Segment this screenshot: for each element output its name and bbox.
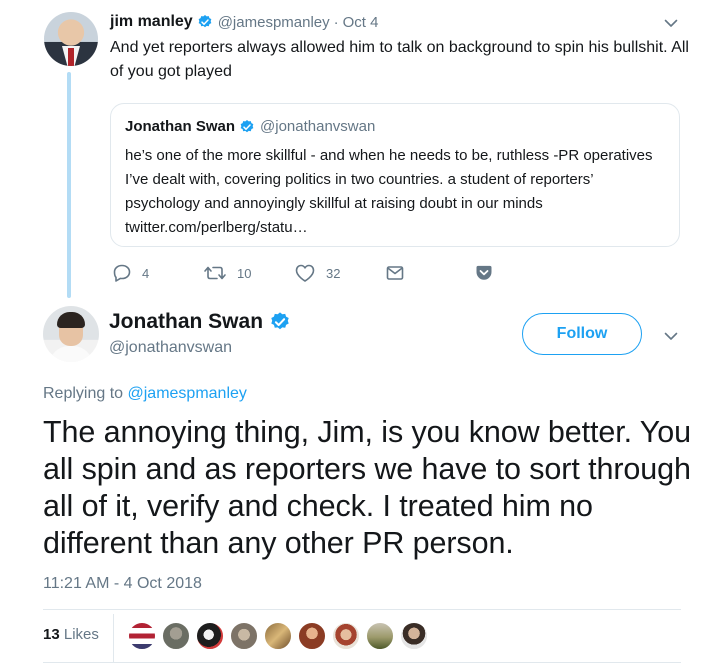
pocket-button[interactable] [474, 263, 494, 283]
avatar-hair [57, 312, 85, 328]
liker-avatar[interactable] [298, 622, 326, 650]
avatar-jim-manley[interactable] [44, 12, 98, 66]
retweet-icon [204, 266, 226, 280]
author-handle[interactable]: @jamespmanley [218, 14, 330, 31]
parent-tweet-text: And yet reporters always allowed him to … [110, 39, 689, 80]
author-name[interactable]: jim manley [110, 13, 193, 31]
like-button[interactable]: 32 [294, 263, 340, 283]
tweet-timestamp[interactable]: 11:21 AM - 4 Oct 2018 [43, 575, 202, 593]
retweet-count: 10 [237, 265, 252, 281]
chevron-down-icon[interactable] [664, 16, 678, 30]
divider [43, 609, 681, 610]
reply-button[interactable]: 4 [112, 263, 149, 283]
stats-separator [113, 614, 114, 662]
direct-message-button[interactable] [385, 263, 405, 283]
avatar-shirt [49, 346, 93, 362]
separator-dot: · [333, 13, 339, 31]
reply-icon [113, 264, 131, 282]
replying-to-link[interactable]: @jamespmanley [128, 385, 247, 402]
replying-to-label: Replying to [43, 385, 124, 402]
quoted-author-name: Jonathan Swan [125, 118, 236, 135]
author-handle[interactable]: @jonathanvswan [109, 339, 232, 357]
liker-avatar[interactable] [128, 622, 156, 650]
pocket-icon [476, 265, 492, 280]
main-author-name-row: Jonathan Swan [109, 310, 291, 334]
liker-avatar[interactable] [196, 622, 224, 650]
verified-badge-icon [198, 15, 212, 28]
envelope-icon [386, 266, 404, 280]
verified-badge-icon [271, 312, 289, 330]
replying-to: Replying to @jamespmanley [43, 385, 247, 403]
liker-avatar[interactable] [332, 622, 360, 650]
likes-label: Likes [63, 626, 99, 643]
liker-avatar[interactable] [400, 622, 428, 650]
heart-icon [295, 264, 315, 282]
parent-tweet-header: jim manley @jamespmanley · Oct 4 [110, 12, 379, 32]
quoted-tweet-text: he’s one of the more skillful - and when… [125, 147, 653, 236]
main-tweet-text: The annoying thing, Jim, is you know bet… [43, 415, 691, 560]
author-name[interactable]: Jonathan Swan [109, 310, 263, 334]
liker-avatar[interactable] [366, 622, 394, 650]
liker-avatar[interactable] [264, 622, 292, 650]
chevron-down-icon[interactable] [664, 329, 678, 343]
quoted-tweet-header: Jonathan Swan @jonathanvswan [125, 118, 375, 135]
verified-badge-icon [240, 119, 254, 132]
like-count: 32 [326, 265, 341, 281]
avatar-jonathan-swan[interactable] [43, 306, 99, 362]
quoted-tweet[interactable]: Jonathan Swan @jonathanvswan he’s one of… [110, 103, 680, 247]
liker-avatar[interactable] [230, 622, 258, 650]
retweet-button[interactable]: 10 [203, 263, 251, 283]
likes-stat[interactable]: 13 Likes [43, 626, 99, 643]
liker-avatar[interactable] [162, 622, 190, 650]
avatar-tie [68, 48, 74, 66]
thread-line [67, 72, 71, 298]
tweet-date[interactable]: Oct 4 [343, 14, 379, 31]
divider [43, 662, 681, 663]
quoted-author-handle: @jonathanvswan [260, 118, 376, 135]
follow-button[interactable]: Follow [522, 313, 642, 355]
reply-count: 4 [142, 265, 150, 281]
likes-count: 13 [43, 626, 60, 643]
